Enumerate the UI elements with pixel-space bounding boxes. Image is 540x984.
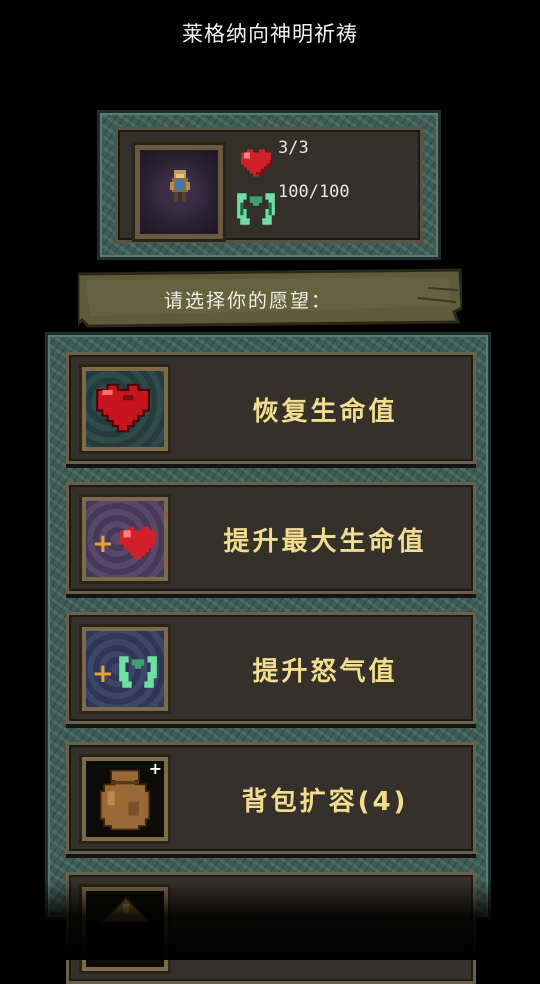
- option-label: 背包扩容(4): [241, 787, 409, 817]
- hero-portrait: [132, 142, 226, 242]
- option-max-health[interactable]: + 提升最大生命值: [66, 482, 476, 594]
- option-rage[interactable]: + 提升怒气值: [66, 612, 476, 724]
- option-backpack-expand[interactable]: + 背包扩容(4): [66, 742, 476, 854]
- option-icon-frame: +: [79, 754, 171, 844]
- prompt-banner: 请选择你的愿望：: [78, 268, 462, 328]
- health-value: 3/3: [278, 138, 309, 158]
- plus-heart-icon: [119, 526, 157, 560]
- option-icon-frame: +: [79, 624, 171, 714]
- option-label: 提升最大生命值: [223, 527, 427, 557]
- heart-icon: [96, 383, 150, 433]
- hero-portrait-icon: [170, 170, 190, 202]
- plus-icon: +: [92, 529, 114, 559]
- bottom-fade: [0, 880, 540, 960]
- plus-icon: +: [148, 761, 162, 778]
- option-label: 恢复生命值: [252, 397, 398, 427]
- prompt-text: 请选择你的愿望：: [163, 290, 332, 312]
- heart-icon: [241, 149, 274, 177]
- plus-icon: +: [92, 659, 114, 689]
- page-title: 莱格纳向神明祈祷: [182, 22, 358, 46]
- option-icon-frame: +: [79, 494, 171, 584]
- plus-rage-icon: [119, 656, 157, 688]
- option-label: 提升怒气值: [252, 657, 398, 687]
- rage-value: 100/100: [278, 182, 350, 202]
- status-panel: 3/3 100/100: [97, 110, 441, 260]
- option-restore-health[interactable]: 恢复生命值: [66, 352, 476, 464]
- option-icon-frame: [79, 364, 171, 454]
- status-inner: 3/3 100/100: [115, 127, 423, 243]
- rage-claw-icon: [237, 193, 275, 225]
